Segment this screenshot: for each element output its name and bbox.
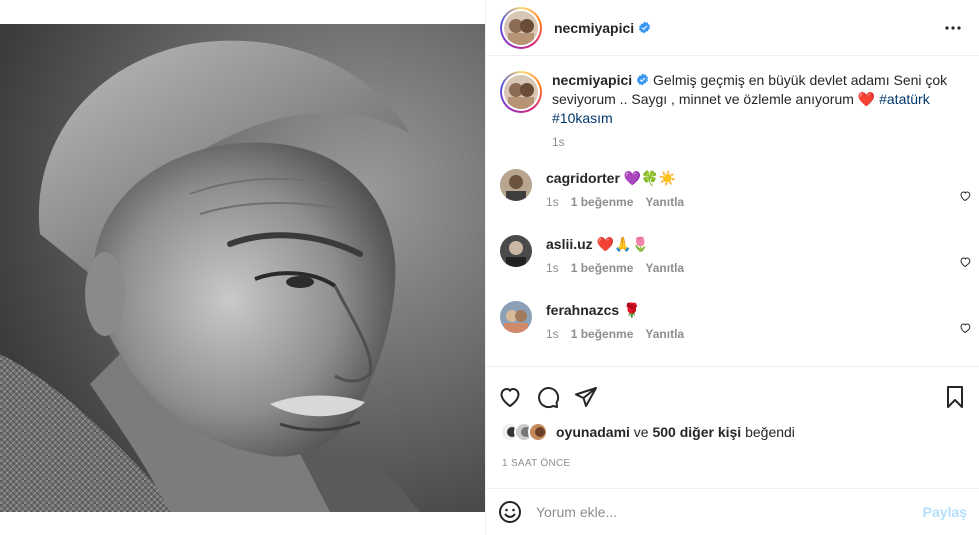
comment-input[interactable] [536, 504, 923, 520]
comment-content: ferahnazcs 🌹 1s 1 beğenme Yanıtla [546, 301, 965, 366]
share-icon[interactable] [574, 385, 598, 409]
hashtag-ataturk[interactable]: #atatürk [879, 91, 930, 107]
more-options-icon[interactable] [943, 18, 963, 41]
post-timestamp[interactable]: 1 SAAT ÖNCE [502, 458, 571, 469]
caption-meta: 1s [552, 135, 965, 149]
add-comment-bar: Paylaş [486, 488, 979, 535]
caption-content: necmiyapici Gelmiş geçmiş en büyük devle… [552, 71, 965, 149]
post-media [0, 0, 485, 535]
other-likers-link[interactable]: 500 diğer kişi [652, 424, 741, 440]
post-header: necmiyapici [486, 0, 979, 56]
author-avatar[interactable] [504, 10, 538, 45]
commenter-avatar[interactable] [500, 301, 532, 333]
comment-text: 💜🍀☀️ [623, 170, 677, 186]
comment-meta: 1s 1 beğenme Yanıtla [546, 327, 965, 341]
commenter-avatar[interactable] [500, 235, 532, 267]
comments-section[interactable]: necmiyapici Gelmiş geçmiş en büyük devle… [486, 56, 979, 366]
comment-item: aslii.uz ❤️🙏🌷 1s 1 beğenme Yanıtla [486, 235, 979, 301]
caption-text: necmiyapici Gelmiş geçmiş en büyük devle… [552, 71, 965, 128]
commenter-username[interactable]: ferahnazcs [546, 302, 619, 318]
comment-content: cagridorter 💜🍀☀️ 1s 1 beğenme Yanıtla [546, 169, 965, 235]
comment-item: cagridorter 💜🍀☀️ 1s 1 beğenme Yanıtla [486, 169, 979, 235]
liker-avatar[interactable] [528, 422, 548, 442]
comment-likes[interactable]: 1 beğenme [571, 261, 634, 275]
likes-text: oyunadami ve 500 diğer kişi beğendi [556, 424, 795, 440]
commenter-username[interactable]: aslii.uz [546, 236, 593, 252]
caption-time[interactable]: 1s [552, 135, 565, 149]
comment-meta: 1s 1 beğenme Yanıtla [546, 261, 965, 275]
post-photo[interactable] [0, 24, 485, 512]
instagram-post-modal: necmiyapici necmiyapici Gelmiş geçmiş en… [0, 0, 979, 535]
caption-avatar[interactable] [504, 75, 538, 109]
reply-button[interactable]: Yanıtla [645, 261, 684, 275]
emoji-icon[interactable] [498, 500, 522, 524]
likes-summary: oyunadami ve 500 diğer kişi beğendi [500, 422, 965, 442]
post-details-panel: necmiyapici necmiyapici Gelmiş geçmiş en… [485, 0, 979, 535]
comment-icon[interactable] [536, 385, 560, 409]
comment-content: aslii.uz ❤️🙏🌷 1s 1 beğenme Yanıtla [546, 235, 965, 301]
story-ring[interactable] [500, 6, 542, 49]
comment-like-heart-icon[interactable] [959, 255, 971, 271]
heart-icon[interactable] [498, 385, 522, 409]
commenter-avatar[interactable] [500, 169, 532, 201]
comment-like-heart-icon[interactable] [959, 189, 971, 205]
caption-verified-icon [637, 73, 649, 86]
reply-button[interactable]: Yanıtla [645, 195, 684, 209]
post-comment-button[interactable]: Paylaş [923, 504, 967, 520]
comment-like-heart-icon[interactable] [959, 321, 971, 337]
post-actions [486, 366, 979, 426]
comment-time[interactable]: 1s [546, 261, 559, 275]
comment-time[interactable]: 1s [546, 327, 559, 341]
comment-time[interactable]: 1s [546, 195, 559, 209]
comment-text: 🌹 [623, 302, 641, 318]
commenter-username[interactable]: cagridorter [546, 170, 620, 186]
comment-likes[interactable]: 1 beğenme [571, 195, 634, 209]
reply-button[interactable]: Yanıtla [645, 327, 684, 341]
author-username[interactable]: necmiyapici [554, 20, 651, 36]
verified-icon [639, 21, 651, 33]
comment-meta: 1s 1 beğenme Yanıtla [546, 195, 965, 209]
liker-username[interactable]: oyunadami [556, 424, 630, 440]
bookmark-icon[interactable] [943, 385, 967, 409]
comment-text: ❤️🙏🌷 [596, 236, 649, 252]
comment-likes[interactable]: 1 beğenme [571, 327, 634, 341]
caption: necmiyapici Gelmiş geçmiş en büyük devle… [486, 56, 979, 149]
portrait-image [0, 24, 485, 512]
hashtag-10kasim[interactable]: #10kasım [552, 110, 613, 126]
caption-username[interactable]: necmiyapici [552, 72, 632, 88]
caption-story-ring[interactable] [500, 71, 542, 113]
comment-item: ferahnazcs 🌹 1s 1 beğenme Yanıtla [486, 301, 979, 366]
